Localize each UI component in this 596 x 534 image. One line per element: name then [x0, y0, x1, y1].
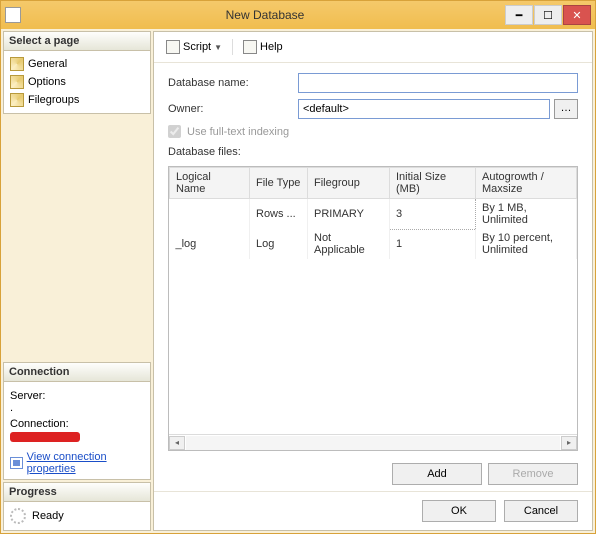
add-button[interactable]: Add [392, 463, 482, 485]
progress-spinner-icon [10, 508, 26, 524]
col-filegroup[interactable]: Filegroup [308, 168, 390, 199]
window-title: New Database [25, 8, 505, 22]
connection-header: Connection [4, 363, 150, 382]
owner-browse-button[interactable]: … [554, 99, 578, 119]
col-logical-name[interactable]: Logical Name [170, 168, 250, 199]
separator [232, 39, 233, 55]
database-files-grid[interactable]: Logical Name File Type Filegroup Initial… [168, 166, 578, 451]
new-database-dialog: New Database ━ ☐ ✕ Select a page General… [0, 0, 596, 534]
connection-value-redacted [10, 432, 80, 442]
scroll-left-button[interactable]: ◂ [169, 436, 185, 450]
grid-empty-area [169, 259, 577, 434]
col-autogrowth[interactable]: Autogrowth / Maxsize [476, 168, 577, 199]
nav-item-general[interactable]: General [4, 55, 150, 73]
chevron-down-icon: ▼ [214, 43, 222, 52]
close-button[interactable]: ✕ [563, 5, 591, 25]
page-icon [10, 93, 24, 107]
fulltext-checkbox [168, 125, 181, 138]
database-name-input[interactable] [298, 73, 578, 93]
owner-label: Owner: [168, 103, 298, 115]
help-icon [243, 40, 257, 54]
app-icon [5, 7, 21, 23]
nav-item-filegroups[interactable]: Filegroups [4, 91, 150, 109]
progress-header: Progress [4, 483, 150, 502]
select-page-panel: Select a page General Options Filegroups [3, 31, 151, 114]
help-button[interactable]: Help [239, 38, 287, 56]
script-icon [166, 40, 180, 54]
remove-button: Remove [488, 463, 578, 485]
col-file-type[interactable]: File Type [250, 168, 308, 199]
script-button[interactable]: Script▼ [162, 38, 226, 56]
server-value: . [10, 402, 144, 414]
connection-panel: Connection Server: . Connection: View co… [3, 362, 151, 480]
page-icon [10, 75, 24, 89]
database-name-label: Database name: [168, 77, 298, 89]
col-initial-size[interactable]: Initial Size (MB) [390, 168, 476, 199]
ok-button[interactable]: OK [422, 500, 496, 522]
progress-panel: Progress Ready [3, 482, 151, 531]
minimize-button[interactable]: ━ [505, 5, 533, 25]
cancel-button[interactable]: Cancel [504, 500, 578, 522]
scroll-track[interactable] [186, 436, 560, 450]
fulltext-label: Use full-text indexing [187, 126, 289, 138]
table-row[interactable]: _log Log Not Applicable 1 By 10 percent,… [170, 229, 577, 259]
scroll-right-button[interactable]: ▸ [561, 436, 577, 450]
maximize-button[interactable]: ☐ [534, 5, 562, 25]
page-icon [10, 57, 24, 71]
titlebar: New Database ━ ☐ ✕ [1, 1, 595, 29]
view-connection-properties-link[interactable]: View connection properties [10, 451, 144, 475]
toolbar: Script▼ Help [154, 32, 592, 63]
nav-item-options[interactable]: Options [4, 73, 150, 91]
server-label: Server: [10, 390, 144, 402]
select-page-header: Select a page [4, 32, 150, 51]
connection-label: Connection: [10, 418, 144, 430]
properties-icon [10, 457, 23, 469]
horizontal-scrollbar[interactable]: ◂ ▸ [169, 434, 577, 450]
progress-status: Ready [32, 510, 64, 522]
table-row[interactable]: Rows ... PRIMARY 3 By 1 MB, Unlimited [170, 199, 577, 230]
database-files-label: Database files: [168, 146, 578, 158]
owner-input[interactable] [298, 99, 550, 119]
